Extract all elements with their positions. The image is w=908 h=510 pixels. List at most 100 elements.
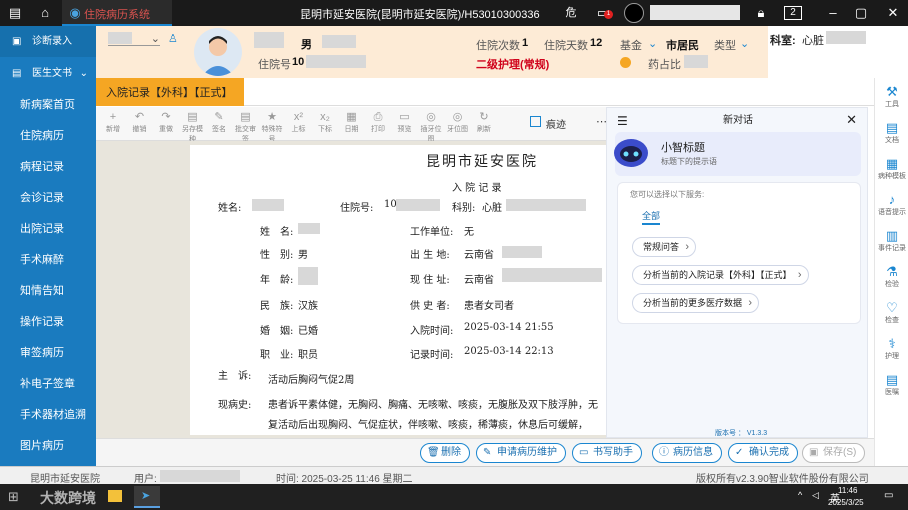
informant-value: 患者女司者 (464, 301, 514, 312)
sidebar-item-label: 图片病历 (20, 440, 64, 452)
chevron-down-icon[interactable]: ⌄ (648, 37, 657, 50)
sidebar-item[interactable]: 手术器材追溯 (0, 400, 96, 431)
right-strip-item[interactable]: ▦ 病种模板 (875, 156, 908, 181)
lock-icon[interactable]: 🔒︎ (752, 4, 770, 22)
name-label: 姓名: (218, 203, 242, 214)
book-icon: ▭ (579, 447, 589, 458)
delete-button[interactable]: 🗑︎ 删除 (420, 443, 470, 463)
button-label: 病历信息 (673, 447, 713, 458)
right-strip-item[interactable]: ♪ 语音提示 (875, 192, 908, 217)
document-page[interactable]: 昆明市延安医院 入 院 记 录 姓名: 住院号: 10 科别: 心脏 姓 名: … (190, 145, 606, 435)
toolbar-item[interactable]: ↻ 刷新 (471, 110, 497, 134)
workplace-label: 工作单位: (410, 227, 454, 238)
toolbar-item[interactable]: + 新增 (100, 110, 126, 134)
tab-admission-record[interactable]: 入院记录【外科】【正式】 (96, 78, 244, 106)
drug-ratio-label: 药占比 (648, 59, 681, 71)
home-icon[interactable]: ⌂ (36, 4, 54, 22)
redacted (826, 31, 866, 44)
redacted (306, 55, 366, 68)
toolbar-item[interactable]: ▦ 日期 (339, 110, 365, 134)
folder-icon[interactable] (108, 490, 122, 502)
toolbar-icon: x₂ (320, 111, 330, 123)
hospital-title: 昆明市延安医院 (426, 154, 538, 170)
close-icon[interactable]: ✕ (884, 4, 902, 22)
patient-select[interactable]: ⌄ (108, 32, 160, 46)
toolbar-item[interactable]: ▤ 批交审签 (233, 110, 259, 144)
screen-count[interactable]: 2 (784, 6, 802, 20)
toolbar-item[interactable]: ✎ 签名 (206, 110, 232, 134)
sidebar-item[interactable]: 病程记录 (0, 152, 96, 183)
marital-label: 婚 姻: (260, 326, 294, 337)
windows-start-icon[interactable]: ⊞ (8, 489, 19, 505)
right-strip-item[interactable]: ♡ 检查 (875, 300, 908, 325)
apply-maintain-button[interactable]: ✎ 申请病历维护 (476, 443, 566, 463)
danger-indicator[interactable]: 危 (562, 4, 580, 22)
tray-expand-icon[interactable]: ^ (798, 490, 802, 500)
toolbar-item[interactable]: ↶ 撤销 (127, 110, 153, 134)
right-strip-item[interactable]: ▤ 医嘱 (875, 372, 908, 397)
sidebar-item[interactable]: 审签病历 (0, 338, 96, 369)
chevron-down-icon: ⌄ (150, 33, 160, 45)
writing-assistant-button[interactable]: ▭ 书写助手 (572, 443, 642, 463)
right-strip-item[interactable]: ⚒ 工具 (875, 84, 908, 109)
sidebar-item[interactable]: 补电子签章 (0, 369, 96, 400)
maximize-icon[interactable]: ▢ (852, 4, 870, 22)
toolbar-item[interactable]: ◎ 牙位图 (445, 110, 471, 134)
ward-label: 科室: (770, 35, 796, 47)
option-analyze-record[interactable]: 分析当前的入院记录【外科】【正式】 (632, 265, 809, 285)
sidebar-item[interactable]: 会诊记录 (0, 183, 96, 214)
option-general-qa[interactable]: 常规问答 (632, 237, 697, 257)
save-button[interactable]: ▣ 保存(S) (802, 443, 866, 463)
close-icon[interactable]: ✕ (846, 112, 857, 128)
volume-icon[interactable]: ◁ (812, 490, 819, 501)
trace-checkbox[interactable] (530, 116, 541, 127)
toolbar-icon: ◎ (426, 111, 436, 123)
toolbar-item[interactable]: ↷ 重做 (153, 110, 179, 134)
sidebar-item[interactable]: 知情告知 (0, 276, 96, 307)
sidebar-item[interactable]: 出院记录 (0, 214, 96, 245)
app-menu-icon[interactable]: ▤ (6, 4, 24, 22)
sidebar-item-diagnosis[interactable]: ▣ 诊断录入 (0, 26, 96, 57)
sidebar-item[interactable]: 新病案首页 (0, 90, 96, 121)
person-icon[interactable]: ♙ (168, 32, 178, 45)
toolbar-icon: ↷ (161, 111, 171, 123)
option-analyze-data[interactable]: 分析当前的更多医疗数据 (632, 293, 760, 313)
sidebar-item[interactable]: 手术麻醉 (0, 245, 96, 276)
notification-center-icon[interactable]: ▭ (884, 490, 893, 501)
toolbar-item[interactable]: ★ 特殊符号 (259, 110, 285, 144)
redacted (506, 199, 586, 211)
toolbar-item[interactable]: ⎙ 打印 (365, 110, 391, 134)
right-strip-item[interactable]: ⚕ 护理 (875, 336, 908, 361)
minimize-icon[interactable]: – (824, 4, 842, 22)
toolbar-item[interactable]: ◎ 插牙位图 (418, 110, 444, 144)
right-strip-item[interactable]: ⚗ 检验 (875, 264, 908, 289)
right-strip-icon: ♪ (888, 192, 896, 207)
action-bar: 🗑︎ 删除 ✎ 申请病历维护 ▭ 书写助手 ⓘ 病历信息 ✓ 确认完成 ▣ 保存(S) (96, 438, 874, 466)
record-info-button[interactable]: ⓘ 病历信息 (652, 443, 722, 463)
title-search-box[interactable] (650, 5, 740, 20)
occupation-label: 职 业: (260, 350, 294, 361)
right-tool-strip: ⚒ 工具 ▤ 文档 ▦ 病种模板 ♪ 语音提示 ▥ 事件记录 ⚗ 检验 ♡ 检查 ⚕ 护理 ▤ 医嘱 (874, 78, 908, 466)
complaint-value: 活动后胸闷气促2周 (268, 375, 355, 386)
record-button[interactable] (624, 3, 644, 23)
chevron-down-icon[interactable]: ⌄ (740, 37, 749, 50)
bot-card: 小智标题 标题下的提示语 (614, 132, 861, 176)
sidebar-item[interactable]: 操作记录 (0, 307, 96, 338)
sidebar-item[interactable]: 图片病历 (0, 431, 96, 462)
status-hospital: 昆明市延安医院 (30, 474, 100, 485)
toolbar-item[interactable]: ▤ 另存模种 (180, 110, 206, 144)
patient-name-redacted (254, 32, 284, 48)
service-prompt: 您可以选择以下服务: (630, 190, 705, 199)
tab-inpatient-record[interactable]: ◉ 住院病历系统 (62, 0, 172, 26)
toolbar-item[interactable]: x₂ 下标 (312, 110, 338, 134)
sidebar-item[interactable]: 住院病历 (0, 121, 96, 152)
right-strip-item[interactable]: ▥ 事件记录 (875, 228, 908, 253)
confirm-done-button[interactable]: ✓ 确认完成 (728, 443, 798, 463)
active-app-icon[interactable]: ➤ (134, 486, 160, 508)
sidebar-section-doctor-docs[interactable]: ▤ 医生文书 ⌄ (0, 58, 96, 89)
toolbar-item[interactable]: x² 上标 (286, 110, 312, 134)
right-strip-item[interactable]: ▤ 文档 (875, 120, 908, 145)
tab-all[interactable]: 全部 (642, 209, 660, 222)
toolbar-item[interactable]: ▭ 预览 (392, 110, 418, 134)
button-label: 保存(S) (823, 447, 857, 458)
